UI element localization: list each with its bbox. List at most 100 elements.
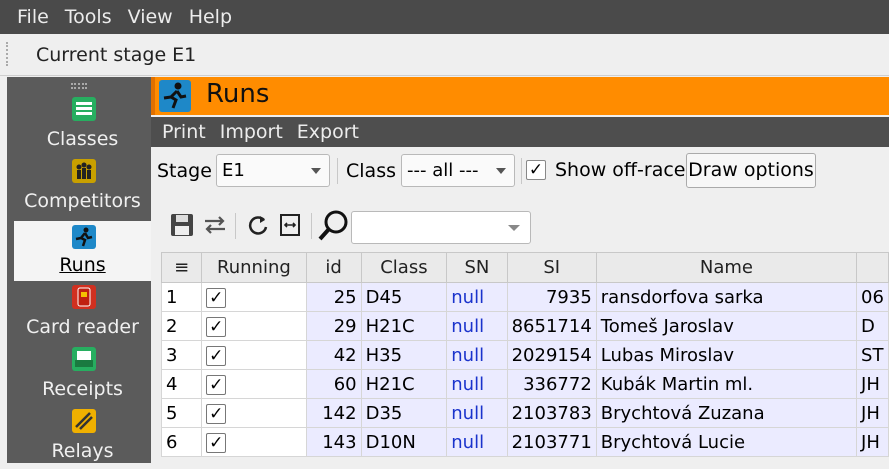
cell-extra[interactable]: 06: [856, 282, 889, 312]
sidebar-item-runs[interactable]: Runs: [14, 221, 151, 281]
table-row[interactable]: 1 ✓ 25 D45 null 7935 ransdorfova sarka 06: [160, 282, 889, 312]
cell-id[interactable]: 42: [305, 340, 362, 370]
cell-extra[interactable]: ST: [856, 340, 889, 370]
runs-icon: [159, 80, 191, 112]
column-header-si[interactable]: SI: [506, 252, 597, 283]
resize-columns-icon[interactable]: [276, 211, 304, 239]
cell-sn[interactable]: null: [446, 427, 508, 457]
sidebar-item-classes[interactable]: Classes: [14, 97, 151, 157]
checkbox[interactable]: ✓: [206, 345, 227, 366]
menu-help[interactable]: Help: [189, 6, 232, 28]
running-checkbox[interactable]: ✓: [201, 398, 307, 428]
cell-si[interactable]: 2103771: [506, 427, 597, 457]
sidebar-item-card-reader[interactable]: Card reader: [14, 285, 151, 345]
cell-sn[interactable]: null: [446, 369, 508, 399]
stage-select[interactable]: E1: [216, 154, 330, 187]
cell-si[interactable]: 8651714: [506, 311, 597, 341]
sidebar-grip[interactable]: [71, 83, 87, 89]
cell-id[interactable]: 29: [305, 311, 362, 341]
running-checkbox[interactable]: ✓: [201, 311, 307, 341]
cell-name[interactable]: Brychtová Lucie: [595, 427, 858, 457]
table-row[interactable]: 4 ✓ 60 H21C null 336772 Kubák Martin ml. JH: [160, 369, 889, 399]
toolbar-grip[interactable]: [6, 42, 9, 66]
column-header-name[interactable]: Name: [595, 252, 858, 283]
current-stage-label: Current stage E1: [36, 44, 197, 66]
checkbox[interactable]: ✓: [206, 316, 227, 337]
cell-name[interactable]: Lubas Miroslav: [595, 340, 858, 370]
table-row[interactable]: 3 ✓ 42 H35 null 2029154 Lubas Miroslav ST: [160, 340, 889, 370]
column-header-class[interactable]: Class: [360, 252, 448, 283]
cell-id[interactable]: 60: [305, 369, 362, 399]
save-icon[interactable]: [168, 211, 196, 239]
cell-sn[interactable]: null: [446, 340, 508, 370]
row-number[interactable]: 5: [160, 398, 203, 428]
column-header-running[interactable]: Running: [201, 252, 307, 283]
cell-class[interactable]: H21C: [360, 369, 448, 399]
menu-file[interactable]: File: [17, 6, 49, 28]
cell-class[interactable]: H21C: [360, 311, 448, 341]
cell-si[interactable]: 7935: [506, 282, 597, 312]
class-label: Class: [346, 160, 396, 182]
checkbox[interactable]: ✓: [206, 403, 227, 424]
menu-view[interactable]: View: [128, 6, 173, 28]
cell-extra[interactable]: JH: [856, 398, 889, 428]
swap-icon[interactable]: [201, 211, 229, 239]
cell-name[interactable]: Brychtová Zuzana: [595, 398, 858, 428]
cell-id[interactable]: 143: [305, 427, 362, 457]
sidebar-item-competitors[interactable]: Competitors: [14, 159, 151, 219]
relays-icon: [72, 409, 96, 433]
row-number[interactable]: 3: [160, 340, 203, 370]
sidebar-item-relays[interactable]: Relays: [14, 409, 151, 469]
cell-id[interactable]: 25: [305, 282, 362, 312]
cell-si[interactable]: 2029154: [506, 340, 597, 370]
running-checkbox[interactable]: ✓: [201, 427, 307, 457]
cell-extra[interactable]: JH: [856, 369, 889, 399]
cell-sn[interactable]: null: [446, 311, 508, 341]
menu-tools[interactable]: Tools: [65, 6, 112, 28]
column-menu-button[interactable]: ≡: [160, 252, 203, 283]
class-select[interactable]: --- all ---: [401, 154, 515, 187]
cell-id[interactable]: 142: [305, 398, 362, 428]
import-menu[interactable]: Import: [220, 121, 283, 143]
cell-class[interactable]: H35: [360, 340, 448, 370]
row-number[interactable]: 6: [160, 427, 203, 457]
column-header-extra[interactable]: [856, 252, 889, 283]
cell-class[interactable]: D10N: [360, 427, 448, 457]
cell-class[interactable]: D35: [360, 398, 448, 428]
checkbox[interactable]: ✓: [206, 374, 227, 395]
draw-options-button[interactable]: Draw options: [686, 153, 816, 188]
sidebar-item-label: Relays: [51, 440, 114, 462]
cell-name[interactable]: ransdorfova sarka: [595, 282, 858, 312]
row-number[interactable]: 1: [160, 282, 203, 312]
running-checkbox[interactable]: ✓: [201, 340, 307, 370]
column-header-id[interactable]: id: [305, 252, 362, 283]
sidebar-item-receipts[interactable]: Receipts: [14, 347, 151, 407]
cell-name[interactable]: Tomeš Jaroslav: [595, 311, 858, 341]
cell-sn[interactable]: null: [446, 282, 508, 312]
table-row[interactable]: 5 ✓ 142 D35 null 2103783 Brychtová Zuzana JH: [160, 398, 889, 428]
table-row[interactable]: 6 ✓ 143 D10N null 2103771 Brychtová Lucie JH: [160, 427, 889, 457]
export-menu[interactable]: Export: [297, 121, 359, 143]
checkbox[interactable]: ✓: [206, 432, 227, 453]
search-input[interactable]: [351, 211, 531, 244]
row-number[interactable]: 4: [160, 369, 203, 399]
running-checkbox[interactable]: ✓: [201, 369, 307, 399]
reload-icon[interactable]: [244, 211, 272, 239]
cell-extra[interactable]: D: [856, 311, 889, 341]
column-header-sn[interactable]: SN: [446, 252, 508, 283]
checkbox[interactable]: ✓: [206, 287, 227, 308]
classes-icon: [72, 97, 96, 121]
table-row[interactable]: 2 ✓ 29 H21C null 8651714 Tomeš Jaroslav D: [160, 311, 889, 341]
cell-si[interactable]: 336772: [506, 369, 597, 399]
print-menu[interactable]: Print: [162, 121, 206, 143]
row-number[interactable]: 2: [160, 311, 203, 341]
cell-extra[interactable]: JH: [856, 427, 889, 457]
running-checkbox[interactable]: ✓: [201, 282, 307, 312]
cell-si[interactable]: 2103783: [506, 398, 597, 428]
cell-name[interactable]: Kubák Martin ml.: [595, 369, 858, 399]
competitors-icon: [72, 159, 96, 183]
cell-sn[interactable]: null: [446, 398, 508, 428]
show-offrace-checkbox[interactable]: ✓: [526, 160, 546, 180]
cell-class[interactable]: D45: [360, 282, 448, 312]
chevron-down-icon: [496, 168, 506, 174]
